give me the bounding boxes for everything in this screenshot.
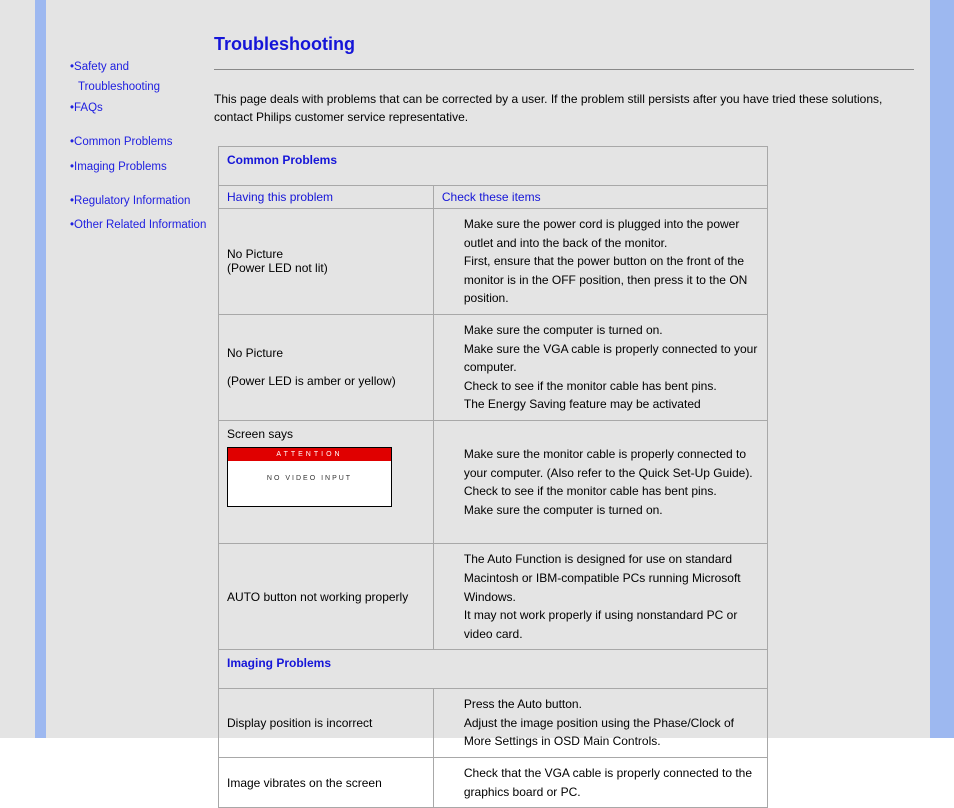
solution-text: Check to see if the monitor cable has be… [464,379,717,393]
problem-text: No Picture [227,346,283,360]
nav-other-related[interactable]: Other Related Information [74,219,206,231]
table-row: AUTO button not working properly The Aut… [219,544,768,650]
col-head-problem: Having this problem [219,186,434,209]
solution-text: First, ensure that the power button on t… [464,254,747,305]
problem-text: Display position is incorrect [227,716,372,730]
solution-text: Make sure the computer is turned on. [464,323,663,337]
problem-text: (Power LED not lit) [227,261,328,275]
solution-text: Check that the VGA cable is properly con… [464,766,752,799]
main-content: Troubleshooting This page deals with pro… [214,34,914,808]
solution-text: Make sure the power cord is plugged into… [464,217,740,250]
solution-text: Adjust the image position using the Phas… [464,716,734,749]
section-imaging-problems: Imaging Problems [219,650,768,689]
nav-faqs[interactable]: FAQs [74,102,103,114]
title-rule [214,69,914,70]
solution-text: Make sure the computer is turned on. [464,503,663,517]
table-row: Screen says ATTENTION NO VIDEO INPUT Mak… [219,420,768,543]
attention-header: ATTENTION [228,448,391,461]
intro-text: This page deals with problems that can b… [214,90,904,126]
col-head-check: Check these items [433,186,767,209]
left-accent-bar [35,0,46,738]
nav-safety[interactable]: Safety and [74,61,129,73]
attention-dialog: ATTENTION NO VIDEO INPUT [227,447,392,507]
solution-text: Press the Auto button. [464,697,582,711]
problem-text: Screen says [227,427,293,441]
page-title: Troubleshooting [214,34,914,55]
attention-body: NO VIDEO INPUT [228,461,391,506]
table-row: Image vibrates on the screen Check that … [219,758,768,808]
solution-text: The Auto Function is designed for use on… [464,552,741,603]
nav-common-problems[interactable]: Common Problems [74,136,172,148]
solution-text: Make sure the VGA cable is properly conn… [464,342,758,375]
table-row: No Picture (Power LED is amber or yellow… [219,314,768,420]
problem-text: Image vibrates on the screen [227,776,382,790]
solution-text: The Energy Saving feature may be activat… [464,397,701,411]
solution-text: It may not work properly if using nonsta… [464,608,737,641]
nav-safety-2[interactable]: Troubleshooting [78,81,160,93]
troubleshooting-table: Common Problems Having this problem Chec… [218,146,768,808]
section-common-problems: Common Problems [219,147,768,186]
table-row: No Picture (Power LED not lit) Make sure… [219,209,768,315]
problem-text: (Power LED is amber or yellow) [227,374,396,388]
problem-text: AUTO button not working properly [227,590,408,604]
problem-text: No Picture [227,247,283,261]
nav-regulatory[interactable]: Regulatory Information [74,195,190,207]
sidebar-nav: •Safety and Troubleshooting •FAQs •Commo… [70,58,228,237]
nav-imaging-problems[interactable]: Imaging Problems [74,161,167,173]
solution-text: Make sure the monitor cable is properly … [464,447,753,480]
table-row: Display position is incorrect Press the … [219,689,768,758]
solution-text: Check to see if the monitor cable has be… [464,484,717,498]
right-accent-bar [930,0,954,738]
